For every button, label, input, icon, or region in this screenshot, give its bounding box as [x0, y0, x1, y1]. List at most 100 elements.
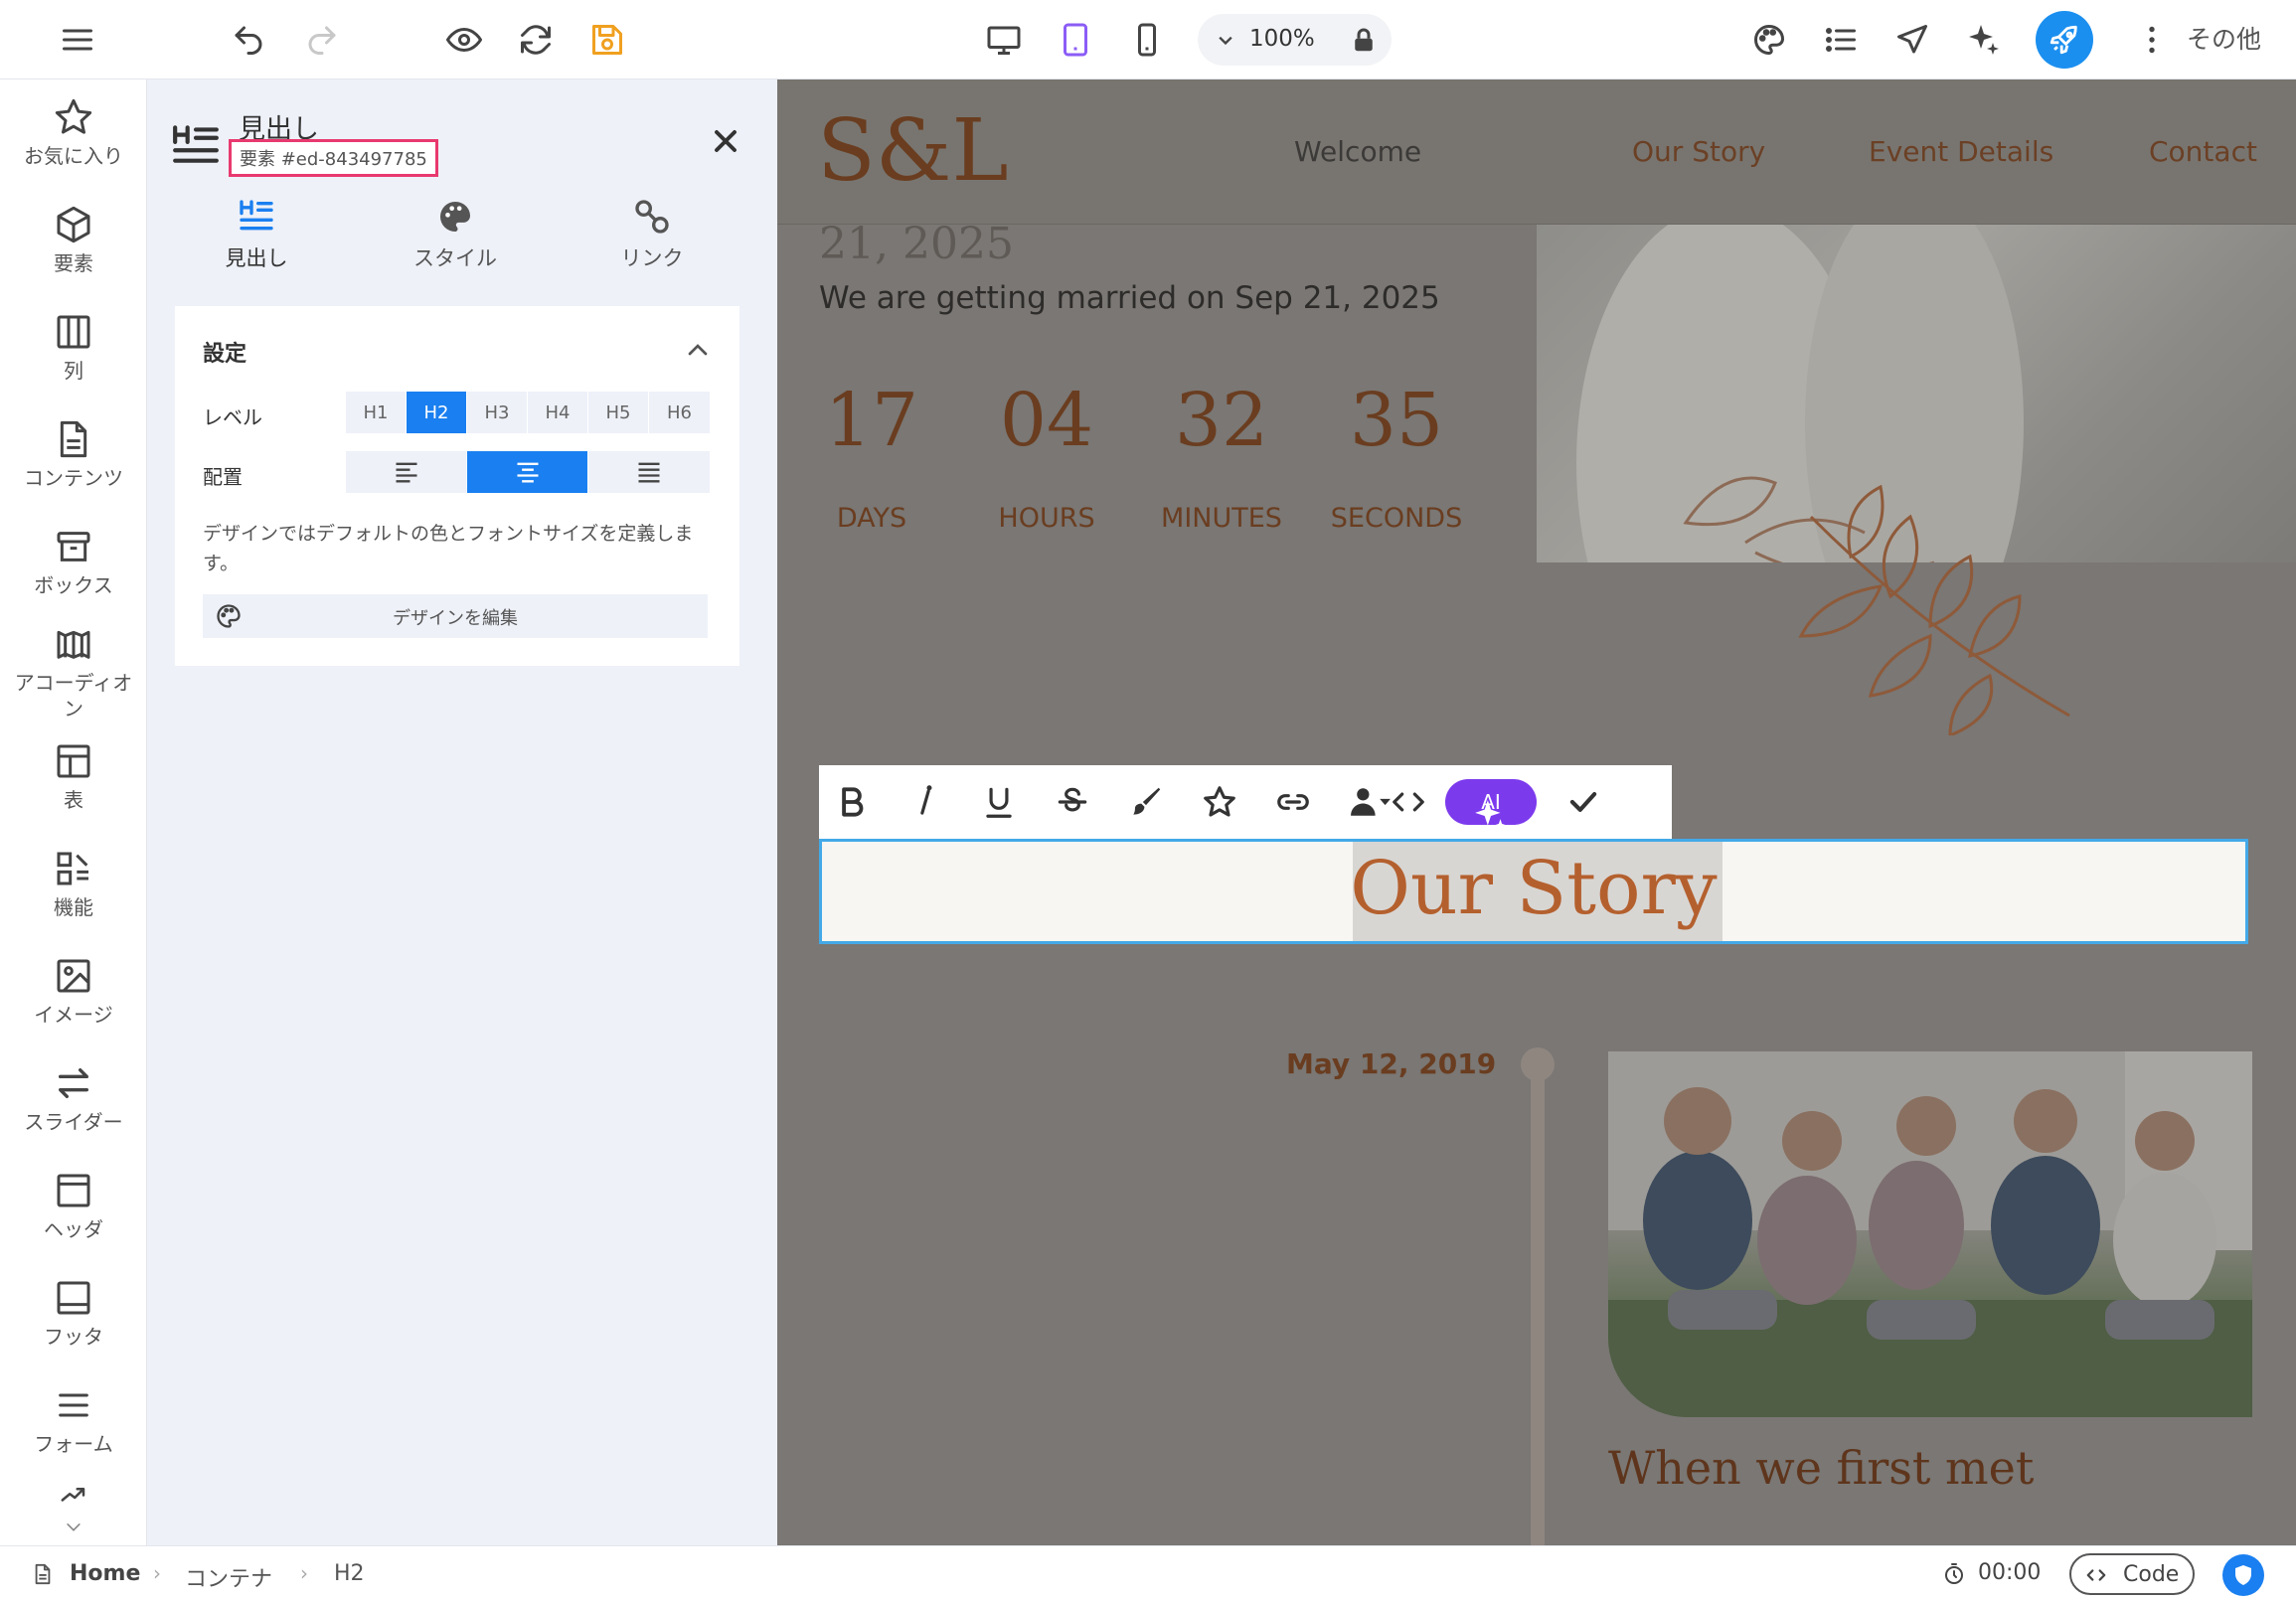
rail-item-slider[interactable]: スライダー [0, 1063, 147, 1135]
rail-item-content[interactable]: コンテンツ [0, 419, 147, 491]
menu-icon[interactable] [48, 10, 107, 70]
level-h3[interactable]: H3 [467, 392, 528, 433]
check-icon[interactable] [1564, 783, 1602, 821]
more-vertical-icon[interactable] [2122, 10, 2182, 70]
our-story-heading[interactable]: Our Story [822, 846, 2245, 931]
chevron-down-icon[interactable] [1212, 26, 1239, 54]
nav-contact[interactable]: Contact [2149, 135, 2257, 168]
strikethrough-icon[interactable] [1054, 783, 1091, 821]
code-button[interactable]: Code [2069, 1553, 2195, 1595]
breadcrumb-h2[interactable]: H2 [334, 1561, 365, 1586]
nav-welcome[interactable]: Welcome [1294, 135, 1421, 168]
site-header: S&L Welcome Our Story Event Details Cont… [777, 80, 2296, 225]
redo-icon[interactable] [292, 10, 352, 70]
refresh-icon[interactable] [506, 10, 566, 70]
stopwatch-icon [1945, 1563, 1963, 1584]
rail-item-favorites[interactable]: お気に入り [0, 97, 147, 169]
wedding-date-heading[interactable]: 21, 2025 [819, 219, 1014, 269]
rail-item-form[interactable]: フォーム [0, 1385, 147, 1457]
star-icon[interactable] [1201, 783, 1238, 821]
code-icon[interactable] [1390, 783, 1427, 821]
bold-icon[interactable] [833, 783, 871, 821]
save-icon[interactable] [577, 10, 637, 70]
rail-scroll-more[interactable] [0, 1483, 147, 1544]
rail-item-header[interactable]: ヘッダ [0, 1171, 147, 1242]
more-label[interactable]: その他 [2187, 20, 2261, 56]
security-shield-button[interactable] [2222, 1554, 2264, 1596]
tab-heading[interactable]: 見出し [177, 197, 336, 272]
nav-event-details[interactable]: Event Details [1869, 135, 2053, 168]
link-icon[interactable] [1274, 783, 1312, 821]
edit-design-button[interactable]: デザインを編集 [203, 594, 708, 638]
publish-rocket-button[interactable] [2036, 11, 2093, 69]
rail-item-label: お気に入り [24, 144, 123, 168]
footer-icon [57, 1281, 90, 1315]
friends-photo[interactable] [1608, 1051, 2252, 1417]
rail-item-image[interactable]: イメージ [0, 956, 147, 1028]
zoom-control[interactable]: 100% [1198, 14, 1392, 66]
countdown-seconds-label: SECONDS [1330, 503, 1463, 534]
site-logo[interactable]: S&L [817, 101, 1009, 201]
rail-item-accordion[interactable]: アコーディオン [0, 624, 147, 721]
list-icon[interactable] [1811, 10, 1871, 70]
rail-item-columns[interactable]: 列 [0, 312, 147, 384]
nav-our-story[interactable]: Our Story [1632, 135, 1765, 168]
tab-link[interactable]: リンク [573, 197, 732, 272]
slider-icon [59, 1068, 89, 1098]
navigate-icon[interactable] [1883, 10, 1942, 70]
story-title[interactable]: When we first met [1608, 1441, 2034, 1495]
desktop-view-icon[interactable] [974, 10, 1034, 70]
undo-icon[interactable] [219, 10, 278, 70]
ai-sparkle-icon[interactable] [1954, 10, 2014, 70]
rail-item-label: ヘッダ [44, 1217, 103, 1241]
countdown-hours-label: HOURS [998, 503, 1095, 534]
breadcrumb-container[interactable]: コンテナ [185, 1561, 272, 1593]
rail-item-table[interactable]: 表 [0, 741, 147, 813]
palette-icon[interactable] [1739, 10, 1799, 70]
settings-card: 設定 レベル H1 H2 H3 H4 H5 H6 配置 デザインではデフォルトの… [175, 306, 739, 666]
rich-text-toolbar: AI [819, 765, 1672, 839]
rail-item-features[interactable]: 機能 [0, 849, 147, 920]
status-bar: Home › コンテナ › H2 00:00 Code [0, 1545, 2296, 1602]
brush-icon[interactable] [1127, 783, 1165, 821]
align-right-button[interactable] [588, 451, 710, 493]
accordion-icon [57, 630, 90, 659]
align-left-button[interactable] [346, 451, 467, 493]
rail-item-elements[interactable]: 要素 [0, 205, 147, 276]
level-h6[interactable]: H6 [649, 392, 710, 433]
tab-label: 見出し [225, 246, 288, 270]
tab-style[interactable]: スタイル [376, 197, 535, 272]
level-h2[interactable]: H2 [407, 392, 467, 433]
rail-item-box[interactable]: ボックス [0, 527, 147, 598]
breadcrumb-separator: › [300, 1561, 308, 1585]
ai-assist-button[interactable]: AI [1445, 779, 1537, 832]
timeline-line [1531, 1053, 1545, 1545]
countdown-minutes-label: MINUTES [1161, 503, 1282, 534]
italic-icon[interactable] [906, 783, 944, 821]
timeline-date[interactable]: May 12, 2019 [1286, 1047, 1496, 1080]
element-rail: お気に入り 要素 列 コンテンツ ボックス アコーディオン 表 機能 イメージ … [0, 80, 147, 1545]
heading-icon [173, 125, 219, 163]
link-icon [635, 200, 669, 234]
preview-eye-icon[interactable] [434, 10, 494, 70]
chevron-up-icon[interactable] [682, 334, 714, 366]
level-h4[interactable]: H4 [528, 392, 588, 433]
align-center-button[interactable] [467, 451, 588, 493]
wedding-announcement[interactable]: We are getting married on Sep 21, 2025 [819, 280, 1440, 316]
breadcrumb-home[interactable]: Home [70, 1561, 140, 1586]
rail-item-label: フッタ [44, 1325, 103, 1349]
mobile-view-icon[interactable] [1117, 10, 1177, 70]
selected-heading-block[interactable]: Our Story [819, 839, 2248, 944]
lock-icon[interactable] [1349, 25, 1379, 55]
rail-item-footer[interactable]: フッタ [0, 1278, 147, 1350]
table-icon [57, 744, 90, 778]
level-h1[interactable]: H1 [346, 392, 407, 433]
site-canvas[interactable]: S&L Welcome Our Story Event Details Cont… [777, 80, 2296, 1545]
underline-icon[interactable] [980, 783, 1018, 821]
level-h5[interactable]: H5 [588, 392, 649, 433]
person-dropdown-icon[interactable] [1348, 783, 1394, 821]
element-id-badge: 要素 #ed-843497785 [229, 139, 438, 177]
tablet-view-icon[interactable] [1046, 10, 1105, 70]
close-icon[interactable] [708, 123, 743, 159]
level-selector: H1 H2 H3 H4 H5 H6 [346, 392, 710, 433]
